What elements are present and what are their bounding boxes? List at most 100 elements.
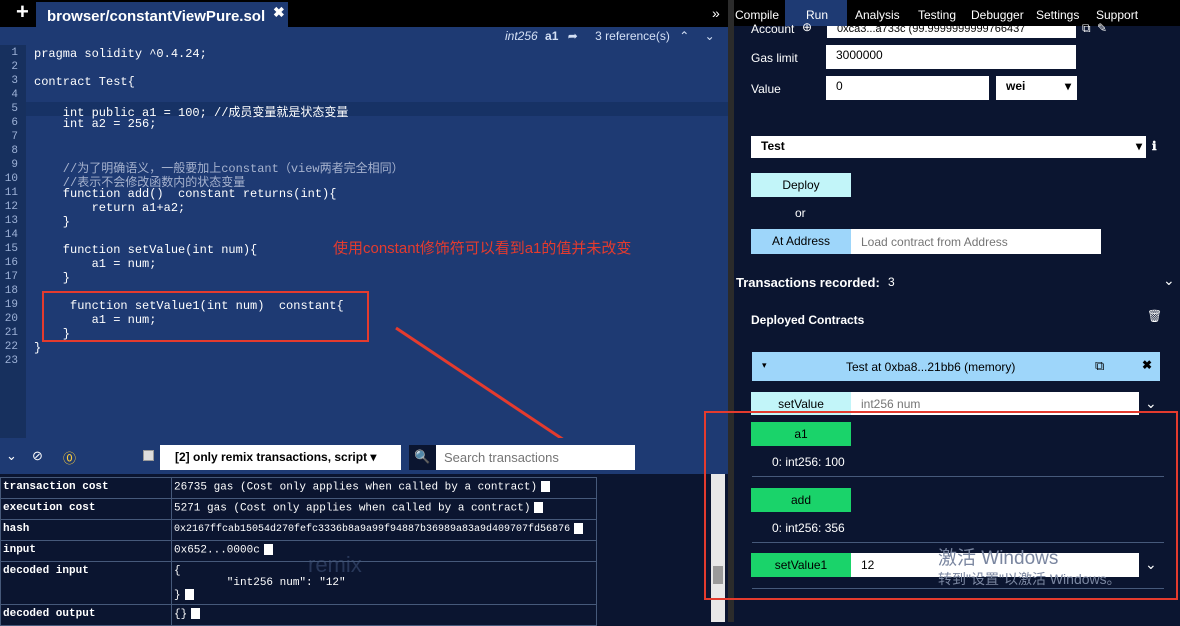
type-label: int256 bbox=[505, 29, 538, 43]
instance-header[interactable]: ▾ Test at 0xba8...21bb6 (memory) ⧉ ✖ bbox=[752, 352, 1160, 381]
line-number: 15 bbox=[4, 243, 18, 255]
copy-icon[interactable] bbox=[263, 544, 273, 555]
or-label: or bbox=[795, 206, 806, 220]
chevron-down-icon: ▾ bbox=[1135, 139, 1142, 153]
goto-icon[interactable]: ➦ bbox=[568, 29, 578, 43]
row-key: decoded input bbox=[0, 560, 172, 606]
value-label: Value bbox=[751, 82, 781, 96]
row-key: decoded output bbox=[0, 604, 172, 626]
close-icon[interactable]: ✖ bbox=[273, 4, 285, 21]
copy-icon[interactable] bbox=[184, 589, 194, 600]
line-number: 3 bbox=[11, 75, 18, 87]
copy-icon[interactable] bbox=[574, 523, 584, 534]
edit-icon[interactable]: ✎ bbox=[1097, 21, 1107, 35]
table-row: execution cost 5271 gas (Cost only applie… bbox=[0, 498, 597, 520]
line-number: 22 bbox=[4, 341, 18, 353]
row-value-text: 0x652...0000c bbox=[174, 544, 260, 557]
collapse-icon[interactable]: ⌄ bbox=[6, 448, 17, 464]
line-number: 23 bbox=[4, 355, 18, 367]
at-address-button[interactable]: At Address bbox=[751, 229, 851, 254]
copy-icon[interactable] bbox=[534, 502, 544, 513]
annotation-highlight-box bbox=[42, 291, 369, 342]
add-account-icon[interactable]: ⊕ bbox=[802, 20, 812, 34]
row-key: transaction cost bbox=[0, 477, 172, 499]
line-gutter: 1 2 3 4 5 6 7 8 9 10 11 12 13 14 15 16 17 18 19 20 21 22 23 bbox=[0, 45, 26, 438]
row-value: 5271 gas (Cost only applies when called … bbox=[171, 498, 597, 520]
trash-icon[interactable]: 🗑 bbox=[1147, 309, 1162, 323]
chevron-down-icon[interactable]: ⌄ bbox=[1163, 272, 1175, 289]
table-row: transaction cost 26735 gas (Cost only app… bbox=[0, 477, 597, 499]
unit-select[interactable]: wei ▾ bbox=[996, 76, 1077, 100]
unit-value: wei bbox=[1006, 79, 1026, 93]
row-value: 0x652...0000c bbox=[171, 540, 597, 562]
row-value-text: "int256 num": "12" bbox=[174, 577, 346, 589]
table-row: decoded input{ "int256 num": "12"} bbox=[0, 560, 597, 606]
tab-analysis[interactable]: Analysis bbox=[855, 8, 900, 22]
row-value-text: 26735 gas (Cost only applies when called… bbox=[174, 481, 538, 494]
tab-compile[interactable]: Compile bbox=[735, 8, 779, 22]
line-number: 9 bbox=[11, 159, 18, 171]
windows-activation-title: 激活 Windows bbox=[938, 548, 1059, 569]
line-number: 7 bbox=[11, 131, 18, 143]
row-value-text: { bbox=[174, 565, 181, 577]
tx-filter-select[interactable]: [2] only remix transactions, script ▾ bbox=[160, 445, 401, 470]
add-file-icon[interactable]: + bbox=[16, 0, 29, 24]
line-number: 11 bbox=[4, 187, 18, 199]
environment-panel bbox=[736, 26, 1171, 116]
account-label: Account bbox=[751, 22, 795, 36]
copy-icon[interactable]: ⧉ bbox=[1095, 358, 1104, 374]
account-select[interactable]: 0xca3...a733c (99.9999999999766437 bbox=[827, 26, 1076, 38]
tx-recorded-label: Transactions recorded: bbox=[736, 275, 880, 290]
code-line: return a1+a2; bbox=[34, 201, 186, 215]
line-number: 5 bbox=[11, 103, 18, 115]
editor-context-bar: int256 a1 ➦ 3 reference(s) ⌃ ⌄ bbox=[0, 27, 728, 45]
caret-icon[interactable]: ▾ bbox=[762, 360, 767, 371]
row-value-text: {} bbox=[174, 608, 188, 621]
row-value-text: 0x2167ffcab15054d270fefc3336b8a9a99f9488… bbox=[174, 524, 571, 536]
code-line: } bbox=[34, 215, 71, 229]
value-input[interactable]: 0 bbox=[826, 76, 989, 100]
line-number: 4 bbox=[11, 89, 18, 101]
copy-icon[interactable]: ⧉ bbox=[1082, 21, 1091, 36]
chevron-up-icon[interactable]: ⌃ bbox=[679, 29, 689, 43]
close-icon[interactable]: ✖ bbox=[1142, 358, 1152, 372]
pending-icon[interactable]: ⓪ bbox=[63, 448, 76, 467]
code-line: function add() constant returns(int){ bbox=[34, 187, 337, 201]
line-number: 12 bbox=[4, 201, 18, 213]
code-line: } bbox=[34, 341, 42, 355]
toggle-panel-icon[interactable]: » bbox=[712, 5, 720, 21]
code-line: pragma solidity ^0.4.24; bbox=[34, 47, 207, 61]
editor-tabbar: + browser/constantViewPure.sol ✖ bbox=[0, 0, 728, 30]
gas-limit-input[interactable]: 3000000 bbox=[826, 45, 1076, 69]
tab-support[interactable]: Support bbox=[1096, 8, 1138, 22]
var-label: a1 bbox=[545, 29, 559, 43]
line-number: 1 bbox=[11, 47, 18, 59]
copy-icon[interactable] bbox=[541, 481, 551, 492]
clear-icon[interactable]: ⊘ bbox=[32, 448, 43, 464]
tab-debugger[interactable]: Debugger bbox=[971, 8, 1024, 22]
tab-settings[interactable]: Settings bbox=[1036, 8, 1079, 22]
search-icon[interactable]: 🔍 bbox=[409, 445, 436, 470]
row-value-line: } bbox=[174, 589, 594, 601]
code-line: int a2 = 256; bbox=[34, 117, 157, 131]
search-transactions-input[interactable] bbox=[436, 445, 635, 470]
copy-icon[interactable] bbox=[191, 608, 201, 620]
listen-checkbox[interactable] bbox=[143, 450, 154, 461]
refs-label: 3 reference(s) bbox=[595, 29, 670, 43]
file-tab[interactable]: browser/constantViewPure.sol ✖ bbox=[36, 2, 288, 30]
row-key: input bbox=[0, 540, 172, 562]
chevron-down-icon[interactable]: ⌄ bbox=[1145, 395, 1157, 412]
address-input[interactable] bbox=[851, 229, 1101, 254]
code-line: contract Test{ bbox=[34, 75, 135, 89]
line-number: 2 bbox=[11, 61, 18, 73]
chevron-down-icon[interactable]: ⌄ bbox=[705, 29, 715, 43]
contract-select[interactable]: Test ▾ bbox=[751, 136, 1146, 158]
tab-testing[interactable]: Testing bbox=[918, 8, 956, 22]
info-icon[interactable]: ℹ bbox=[1152, 139, 1157, 154]
terminal-output: remix transaction cost 26735 gas (Cost on… bbox=[0, 474, 728, 626]
windows-activation-subtitle: 转到"设置"以激活 Windows。 bbox=[938, 571, 1121, 587]
line-number: 16 bbox=[4, 257, 18, 269]
account-value: 0xca3...a733c (99.9999999999766437 bbox=[837, 26, 1026, 35]
deploy-button[interactable]: Deploy bbox=[751, 173, 851, 197]
row-key: hash bbox=[0, 519, 172, 541]
